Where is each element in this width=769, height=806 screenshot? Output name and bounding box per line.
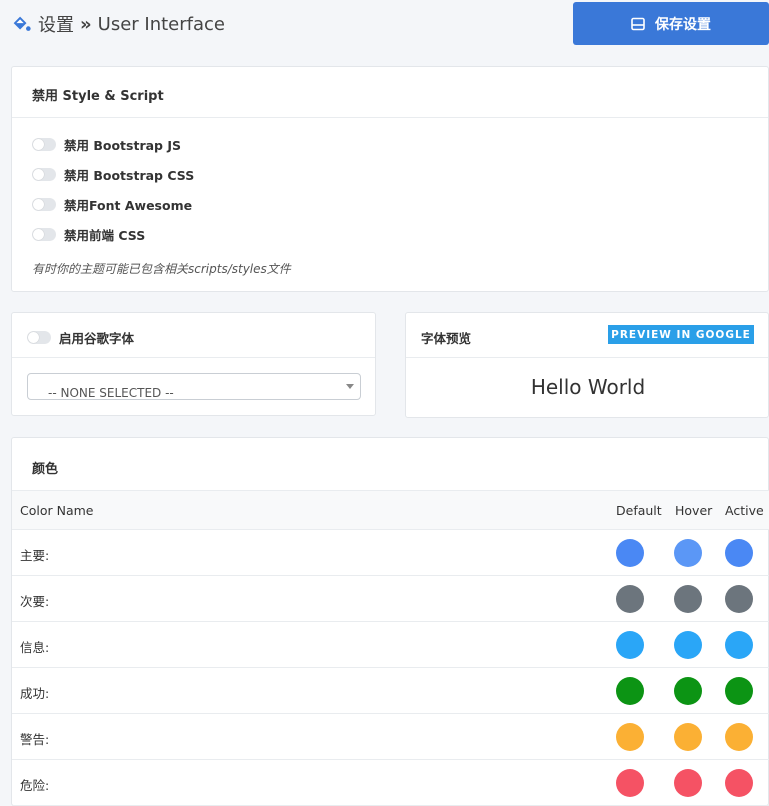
column-header-hover: Hover bbox=[675, 503, 713, 518]
save-icon bbox=[631, 17, 645, 30]
disable-bootstrap-js-switch[interactable] bbox=[32, 138, 56, 151]
breadcrumb-separator-icon: » bbox=[80, 13, 92, 35]
google-font-card: 启用谷歌字体 -- NONE SELECTED -- bbox=[11, 312, 376, 416]
toggle-row-frontend-css[interactable]: 禁用前端 CSS bbox=[32, 225, 145, 244]
color-swatch-default[interactable] bbox=[616, 723, 644, 751]
table-row: 成功: bbox=[12, 668, 769, 714]
column-header-color-name: Color Name bbox=[20, 503, 94, 518]
disable-font-awesome-switch[interactable] bbox=[32, 198, 56, 211]
disable-frontend-css-switch[interactable] bbox=[32, 228, 56, 241]
color-swatch-hover[interactable] bbox=[674, 539, 702, 567]
color-swatch-default[interactable] bbox=[616, 677, 644, 705]
preview-in-google-button[interactable]: PREVIEW IN GOOGLE bbox=[608, 325, 754, 344]
color-name: 信息: bbox=[20, 640, 50, 655]
table-row: 警告: bbox=[12, 714, 769, 760]
google-font-label: 启用谷歌字体 bbox=[59, 331, 135, 346]
paint-bucket-icon bbox=[13, 16, 31, 31]
column-header-active: Active bbox=[725, 503, 764, 518]
style-script-title: 禁用 Style & Script bbox=[32, 89, 164, 104]
disable-bootstrap-css-switch[interactable] bbox=[32, 168, 56, 181]
color-swatch-default[interactable] bbox=[616, 769, 644, 797]
divider bbox=[12, 117, 768, 118]
color-swatch-default[interactable] bbox=[616, 539, 644, 567]
breadcrumb-current: User Interface bbox=[97, 13, 225, 35]
color-name: 危险: bbox=[20, 778, 50, 793]
color-swatch-active[interactable] bbox=[725, 539, 753, 567]
color-swatch-hover[interactable] bbox=[674, 677, 702, 705]
color-swatch-active[interactable] bbox=[725, 769, 753, 797]
toggle-row-bootstrap-css[interactable]: 禁用 Bootstrap CSS bbox=[32, 165, 194, 184]
table-row: 信息: bbox=[12, 622, 769, 668]
color-name: 成功: bbox=[20, 686, 50, 701]
color-name: 警告: bbox=[20, 732, 50, 747]
font-preview-sample: Hello World bbox=[530, 375, 646, 399]
color-name: 次要: bbox=[20, 594, 50, 609]
colors-table-header: Color Name Default Hover Active bbox=[12, 490, 769, 530]
color-swatch-active[interactable] bbox=[725, 631, 753, 659]
toggle-label: 禁用Font Awesome bbox=[64, 198, 193, 213]
font-preview-title: 字体预览 bbox=[421, 331, 472, 346]
toggle-row-font-awesome[interactable]: 禁用Font Awesome bbox=[32, 195, 192, 214]
enable-google-font-switch[interactable] bbox=[27, 331, 51, 344]
column-header-default: Default bbox=[616, 503, 662, 518]
save-settings-button[interactable]: 保存设置 bbox=[573, 2, 769, 45]
style-script-card: 禁用 Style & Script 禁用 Bootstrap JS 禁用 Boo… bbox=[11, 66, 769, 292]
divider bbox=[406, 357, 768, 358]
toggle-row-bootstrap-js[interactable]: 禁用 Bootstrap JS bbox=[32, 135, 181, 154]
colors-card: 颜色 Color Name Default Hover Active 主要: 次要… bbox=[11, 437, 769, 806]
google-font-select-value: -- NONE SELECTED -- bbox=[48, 386, 174, 400]
page-header: 设置 » User Interface 保存设置 bbox=[0, 0, 769, 50]
color-swatch-hover[interactable] bbox=[674, 631, 702, 659]
color-swatch-hover[interactable] bbox=[674, 769, 702, 797]
color-swatch-active[interactable] bbox=[725, 723, 753, 751]
toggle-label: 禁用前端 CSS bbox=[64, 228, 146, 243]
breadcrumb: 设置 » User Interface bbox=[10, 10, 225, 38]
color-swatch-hover[interactable] bbox=[674, 723, 702, 751]
save-settings-label: 保存设置 bbox=[655, 16, 711, 33]
table-row: 次要: bbox=[12, 576, 769, 622]
table-row: 危险: bbox=[12, 760, 769, 806]
google-font-select[interactable]: -- NONE SELECTED -- bbox=[27, 373, 361, 400]
toggle-label: 禁用 Bootstrap JS bbox=[64, 138, 181, 153]
table-row: 主要: bbox=[12, 530, 769, 576]
font-preview-card: 字体预览 PREVIEW IN GOOGLE Hello World bbox=[405, 312, 769, 418]
colors-title: 颜色 bbox=[32, 462, 59, 477]
color-swatch-hover[interactable] bbox=[674, 585, 702, 613]
color-swatch-active[interactable] bbox=[725, 585, 753, 613]
divider bbox=[12, 357, 375, 358]
breadcrumb-root[interactable]: 设置 bbox=[38, 11, 74, 37]
toggle-row-google-font[interactable]: 启用谷歌字体 bbox=[27, 328, 134, 347]
help-note: 有时你的主题可能已包含相关scripts/styles文件 bbox=[32, 262, 291, 276]
caret-down-icon bbox=[346, 384, 354, 389]
color-swatch-active[interactable] bbox=[725, 677, 753, 705]
toggle-label: 禁用 Bootstrap CSS bbox=[64, 168, 195, 183]
color-name: 主要: bbox=[20, 548, 50, 563]
color-swatch-default[interactable] bbox=[616, 585, 644, 613]
color-swatch-default[interactable] bbox=[616, 631, 644, 659]
